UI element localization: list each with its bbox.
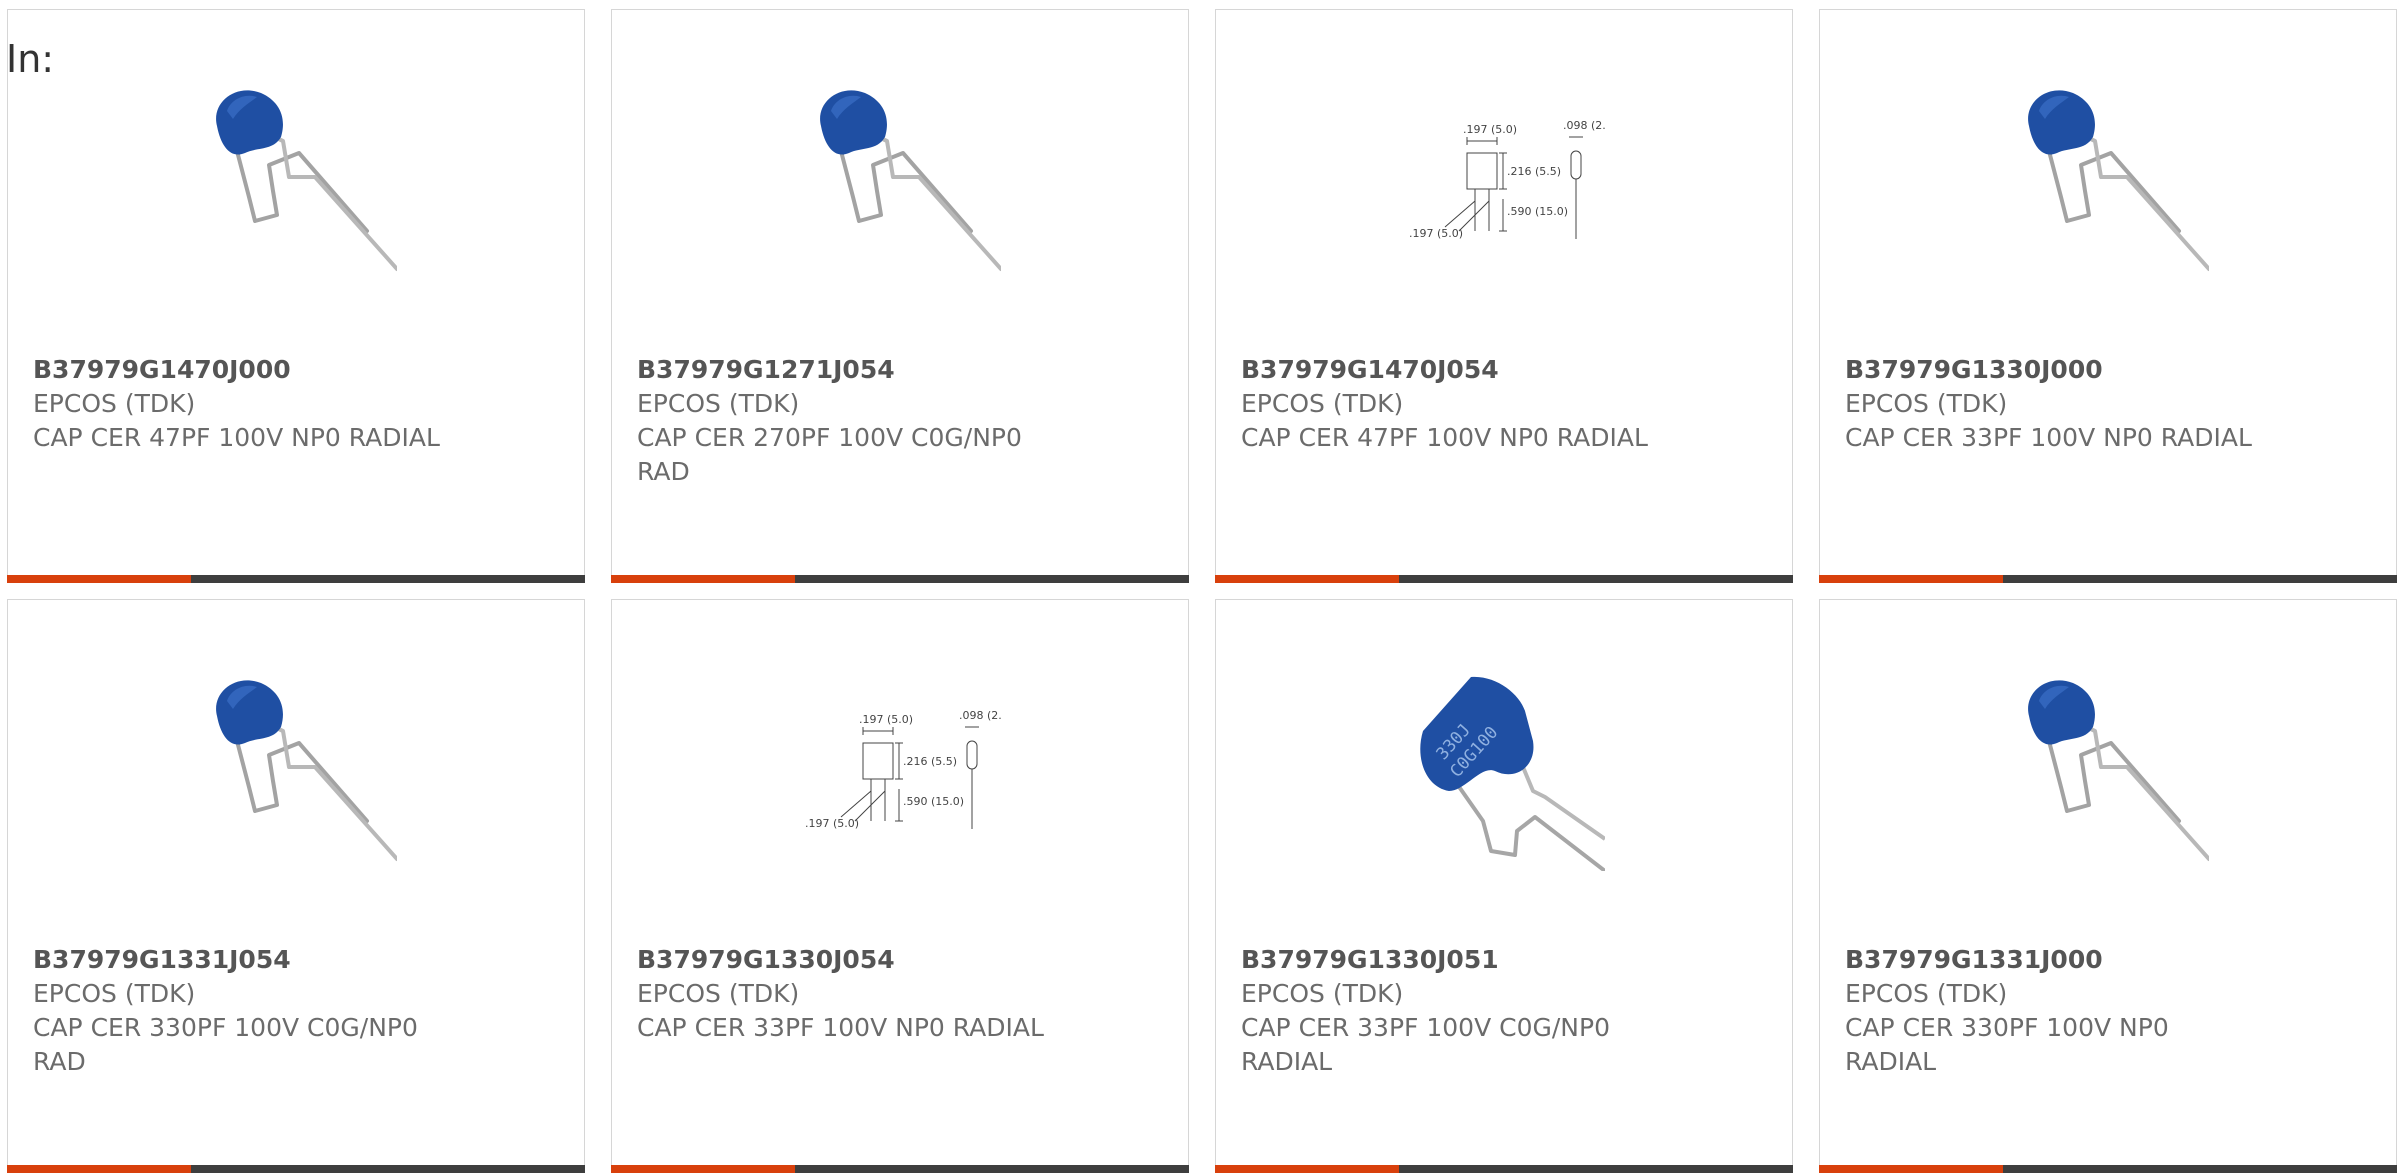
- part-number-link[interactable]: B37979G1330J054: [637, 943, 1163, 977]
- capacitor-image: [2028, 90, 2209, 271]
- description: CAP CER 270PF 100V C0G/NP0 RAD: [637, 423, 1022, 486]
- product-thumbnail[interactable]: .197 (5.0) .098 (2.5) .216 (5.5) .590 (1…: [1405, 81, 1605, 281]
- card-accent-bar: [611, 1165, 795, 1173]
- capacitor-image: [216, 680, 397, 861]
- svg-text:.216 (5.5): .216 (5.5): [1507, 165, 1561, 178]
- description: CAP CER 330PF 100V C0G/NP0 RAD: [33, 1013, 418, 1076]
- product-thumbnail[interactable]: [2009, 671, 2209, 871]
- svg-text:.197 (5.0): .197 (5.0): [1463, 123, 1517, 136]
- dimension-drawing-image: .197 (5.0) .098 (2.5) .216 (5.5) .590 (1…: [1409, 119, 1605, 240]
- card-accent-bar: [1215, 1165, 1399, 1173]
- svg-text:.216 (5.5): .216 (5.5): [903, 755, 957, 768]
- card-accent-bar: [611, 575, 795, 583]
- svg-text:.098 (2.5): .098 (2.5): [959, 709, 1001, 722]
- card-accent-bar: [7, 575, 191, 583]
- manufacturer: EPCOS (TDK): [1845, 979, 2008, 1008]
- product-card[interactable]: .197 (5.0) .098 (2.5) .216 (5.5) .590 (1…: [1215, 9, 1793, 583]
- card-bottom-bar: [1819, 1165, 2397, 1173]
- product-info: B37979G1470J000 EPCOS (TDK) CAP CER 47PF 1…: [33, 353, 559, 455]
- svg-text:.590 (15.0): .590 (15.0): [1507, 205, 1568, 218]
- card-accent-bar: [1819, 1165, 2003, 1173]
- card-bottom-bar: [1215, 575, 1793, 583]
- card-bottom-bar: [7, 575, 585, 583]
- product-card[interactable]: B37979G1331J000 EPCOS (TDK) CAP CER 330PF …: [1819, 599, 2397, 1173]
- capacitor-image: 330J C0G100: [1420, 676, 1605, 871]
- product-thumbnail[interactable]: [801, 81, 1001, 281]
- part-number-link[interactable]: B37979G1271J054: [637, 353, 1163, 387]
- manufacturer: EPCOS (TDK): [637, 389, 800, 418]
- card-bottom-bar: [7, 1165, 585, 1173]
- product-info: B37979G1271J054 EPCOS (TDK) CAP CER 270PF …: [637, 353, 1163, 489]
- product-thumbnail[interactable]: .197 (5.0) .098 (2.5) .216 (5.5) .590 (1…: [801, 671, 1001, 871]
- in-label: In:: [6, 37, 55, 81]
- product-card[interactable]: 330J C0G100 B37979G1330J051 EPCOS (TDK) CA…: [1215, 599, 1793, 1173]
- description: CAP CER 330PF 100V NP0 RADIAL: [1845, 1013, 2169, 1076]
- manufacturer: EPCOS (TDK): [33, 979, 196, 1008]
- card-accent-bar: [1215, 575, 1399, 583]
- svg-text:.197 (5.0): .197 (5.0): [859, 713, 913, 726]
- description: CAP CER 33PF 100V NP0 RADIAL: [637, 1013, 1044, 1042]
- product-card[interactable]: B37979G1271J054 EPCOS (TDK) CAP CER 270PF …: [611, 9, 1189, 583]
- svg-text:.098 (2.5): .098 (2.5): [1563, 119, 1605, 132]
- manufacturer: EPCOS (TDK): [1845, 389, 2008, 418]
- product-info: B37979G1330J054 EPCOS (TDK) CAP CER 33PF 1…: [637, 943, 1163, 1045]
- product-card[interactable]: B37979G1331J054 EPCOS (TDK) CAP CER 330PF …: [7, 599, 585, 1173]
- product-info: B37979G1330J051 EPCOS (TDK) CAP CER 33PF 1…: [1241, 943, 1767, 1079]
- part-number-link[interactable]: B37979G1470J054: [1241, 353, 1767, 387]
- card-bottom-bar: [1215, 1165, 1793, 1173]
- description: CAP CER 47PF 100V NP0 RADIAL: [1241, 423, 1648, 452]
- part-number-link[interactable]: B37979G1331J054: [33, 943, 559, 977]
- card-bottom-bar: [1819, 575, 2397, 583]
- product-thumbnail[interactable]: [197, 671, 397, 871]
- part-number-link[interactable]: B37979G1470J000: [33, 353, 559, 387]
- description: CAP CER 47PF 100V NP0 RADIAL: [33, 423, 440, 452]
- dimension-drawing-image: .197 (5.0) .098 (2.5) .216 (5.5) .590 (1…: [805, 709, 1001, 830]
- description: CAP CER 33PF 100V NP0 RADIAL: [1845, 423, 2252, 452]
- product-card[interactable]: B37979G1470J000 EPCOS (TDK) CAP CER 47PF 1…: [7, 9, 585, 583]
- product-card[interactable]: B37979G1330J000 EPCOS (TDK) CAP CER 33PF 1…: [1819, 9, 2397, 583]
- manufacturer: EPCOS (TDK): [1241, 979, 1404, 1008]
- card-accent-bar: [7, 1165, 191, 1173]
- card-bottom-bar: [611, 575, 1189, 583]
- svg-text:.197 (5.0): .197 (5.0): [805, 817, 859, 830]
- svg-text:.590 (15.0): .590 (15.0): [903, 795, 964, 808]
- product-thumbnail[interactable]: [197, 81, 397, 281]
- product-card[interactable]: .197 (5.0) .098 (2.5) .216 (5.5) .590 (1…: [611, 599, 1189, 1173]
- part-number-link[interactable]: B37979G1330J051: [1241, 943, 1767, 977]
- product-thumbnail[interactable]: 330J C0G100: [1405, 671, 1605, 871]
- capacitor-image: [2028, 680, 2209, 861]
- manufacturer: EPCOS (TDK): [1241, 389, 1404, 418]
- product-info: B37979G1330J000 EPCOS (TDK) CAP CER 33PF 1…: [1845, 353, 2371, 455]
- card-accent-bar: [1819, 575, 2003, 583]
- card-bottom-bar: [611, 1165, 1189, 1173]
- product-thumbnail[interactable]: [2009, 81, 2209, 281]
- manufacturer: EPCOS (TDK): [33, 389, 196, 418]
- capacitor-image: [216, 90, 397, 271]
- description: CAP CER 33PF 100V C0G/NP0 RADIAL: [1241, 1013, 1610, 1076]
- manufacturer: EPCOS (TDK): [637, 979, 800, 1008]
- part-number-link[interactable]: B37979G1330J000: [1845, 353, 2371, 387]
- part-number-link[interactable]: B37979G1331J000: [1845, 943, 2371, 977]
- product-info: B37979G1331J000 EPCOS (TDK) CAP CER 330PF …: [1845, 943, 2371, 1079]
- svg-text:.197 (5.0): .197 (5.0): [1409, 227, 1463, 240]
- product-info: B37979G1470J054 EPCOS (TDK) CAP CER 47PF 1…: [1241, 353, 1767, 455]
- product-info: B37979G1331J054 EPCOS (TDK) CAP CER 330PF …: [33, 943, 559, 1079]
- capacitor-image: [820, 90, 1001, 271]
